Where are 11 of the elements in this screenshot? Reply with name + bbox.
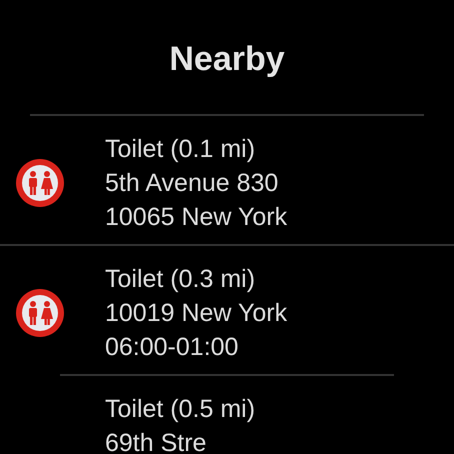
restroom-icon[interactable] [14, 287, 66, 339]
place-text: 69th Stre [105, 428, 208, 454]
place-text: 10065 New York [105, 202, 288, 233]
place-text: 06:00-01:00 [105, 332, 240, 363]
restroom-icon[interactable] [14, 157, 66, 209]
place-text: 10019 New York [105, 298, 288, 329]
place-text: Toilet (0.1 mi) [105, 134, 256, 165]
place-text: Toilet (0.3 mi) [105, 264, 256, 295]
place-text: 5th Avenue 830 [105, 168, 280, 199]
screen-title: Nearby [168, 39, 286, 80]
place-text: Toilet (0.5 mi) [105, 394, 256, 425]
